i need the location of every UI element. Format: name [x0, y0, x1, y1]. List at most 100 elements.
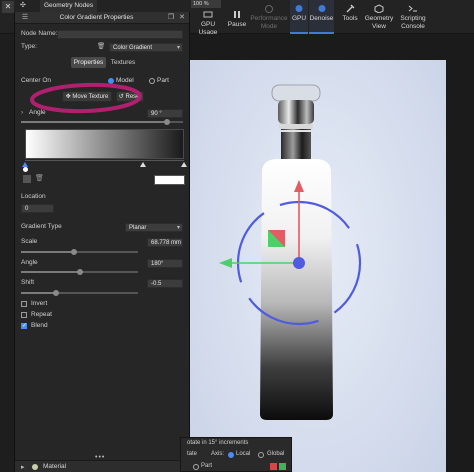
type-dropdown[interactable]: Color Gradient: [109, 43, 183, 52]
rotate-increment-label: otate in 15° increments: [187, 440, 249, 446]
gradient-type-label: Gradient Type: [21, 223, 62, 230]
material-footer: ••• ▸ Material: [15, 454, 189, 472]
axis-global-radio[interactable]: [258, 452, 264, 458]
gradient-type-row: Gradient Type Planar: [21, 222, 183, 232]
geometry-view-button[interactable]: Geometry View: [362, 0, 396, 34]
rotate-options-bar: otate in 15° increments tate Axis: Local…: [180, 437, 292, 472]
shift-row: Shift -0.5: [21, 278, 183, 288]
gpu-toggle[interactable]: GPU: [290, 0, 308, 34]
material-label: Material: [43, 463, 67, 470]
scripting-console-label: Scripting Console: [400, 15, 426, 30]
pin-icon[interactable]: ✣: [20, 1, 26, 9]
shift-slider-knob[interactable]: [53, 290, 60, 296]
blend-row: Blend: [21, 321, 183, 331]
collapse-chevron-icon[interactable]: ▸: [21, 463, 25, 471]
axis-local-radio[interactable]: [228, 452, 234, 458]
angle-top-slider-knob[interactable]: [163, 119, 170, 125]
scale-slider-knob[interactable]: [70, 249, 77, 255]
bottle-stopper: [271, 84, 321, 159]
center-model-radio[interactable]: [108, 78, 114, 84]
angle-slider[interactable]: [21, 269, 138, 275]
scale-slider[interactable]: [21, 249, 138, 255]
reset-button[interactable]: ↺ Reset: [116, 91, 144, 102]
close-icon[interactable]: ✕: [2, 1, 14, 13]
gradient-type-value: Planar: [129, 225, 147, 231]
tools-icon: [346, 4, 355, 13]
angle-input[interactable]: 180°: [147, 259, 183, 268]
type-row: Type: 🗑 Color Gradient: [21, 42, 183, 52]
denoise-toggle[interactable]: Denoise: [309, 0, 334, 34]
center-model-label: Model: [116, 77, 134, 84]
gradient-preview[interactable]: [25, 129, 184, 159]
stop-color-picker[interactable]: [154, 175, 185, 185]
gpu-usage-icon: [203, 11, 213, 18]
center-on-row: Center On Model Part: [21, 76, 183, 86]
denoise-label: Denoise: [309, 15, 334, 22]
menu-icon[interactable]: ☰: [21, 14, 29, 22]
expand-chevron-icon[interactable]: ›: [21, 108, 23, 118]
node-name-label: Node Name:: [21, 30, 58, 37]
restore-icon[interactable]: ❐: [167, 14, 175, 22]
pause-label: Pause: [227, 21, 247, 28]
gradient-stop-marker[interactable]: [181, 162, 187, 167]
repeat-checkbox[interactable]: [21, 312, 27, 318]
pause-button[interactable]: Pause: [226, 0, 248, 34]
tab-textures[interactable]: Textures: [107, 57, 139, 68]
red-axis-swatch[interactable]: [270, 463, 277, 470]
shift-input[interactable]: -0.5: [147, 279, 183, 288]
scale-slider-fill: [21, 251, 74, 253]
color-gradient-properties-panel: ☰ Color Gradient Properties ❐ ✕ Node Nam…: [14, 12, 190, 472]
blend-checkbox[interactable]: [21, 321, 27, 331]
angle-top-slider[interactable]: [21, 119, 183, 125]
green-axis-swatch[interactable]: [279, 463, 286, 470]
part-radio[interactable]: [193, 464, 199, 470]
shift-slider-fill: [21, 292, 57, 294]
scale-label: Scale: [21, 238, 38, 245]
tools-label: Tools: [342, 15, 358, 22]
shift-slider[interactable]: [21, 290, 138, 296]
angle-top-slider-fill: [21, 121, 167, 123]
gradient-stop-color-swatch[interactable]: [23, 175, 31, 183]
gizmo-center[interactable]: [293, 257, 305, 269]
move-texture-button[interactable]: ✥ Move Texture: [62, 91, 112, 102]
angle-top-label: Angle: [29, 109, 46, 116]
delete-stop-icon[interactable]: 🗑: [35, 174, 44, 182]
location-input[interactable]: 0: [21, 204, 54, 213]
axis-label: Axis:: [211, 451, 225, 457]
panel-tabstrip: ✣ Geometry Nodes: [16, 0, 186, 12]
close-panel-icon[interactable]: ✕: [178, 14, 186, 22]
more-dots-icon[interactable]: •••: [95, 454, 105, 461]
invert-checkbox[interactable]: [21, 301, 27, 307]
angle-slider-fill: [21, 271, 80, 273]
gradient-type-dropdown[interactable]: Planar: [125, 223, 183, 232]
scripting-console-icon: [408, 5, 417, 12]
gradient-stop-marker[interactable]: [139, 162, 146, 167]
move-texture-label: Move Texture: [72, 94, 109, 100]
scripting-console-button[interactable]: Scripting Console: [396, 0, 430, 34]
axis-global-label: Global: [267, 451, 285, 457]
tab-geometry-nodes[interactable]: Geometry Nodes: [40, 0, 98, 12]
performance-mode-button[interactable]: Performance Mode: [250, 0, 288, 34]
angle-slider-knob[interactable]: [76, 269, 83, 275]
tab-properties[interactable]: Properties: [71, 57, 106, 68]
reset-icon: ↺: [118, 94, 124, 100]
angle-row: Angle 180°: [21, 258, 183, 268]
angle-top-input[interactable]: 90 °: [147, 109, 183, 118]
scale-input[interactable]: 68.778 mm: [147, 238, 183, 247]
trash-icon[interactable]: 🗑: [97, 42, 105, 52]
location-label: Location: [21, 193, 46, 200]
gpu-icon: [295, 5, 303, 12]
geometry-view-icon: [374, 4, 384, 13]
tools-button[interactable]: Tools: [340, 0, 360, 34]
part-label: Part: [201, 463, 213, 469]
shift-label: Shift: [21, 279, 35, 286]
center-part-radio[interactable]: [149, 78, 155, 84]
performance-mode-label: Performance Mode: [250, 15, 288, 30]
gpu-usage-button[interactable]: GPU Usage: [191, 0, 225, 36]
material-color-icon: [32, 464, 38, 470]
gradient-stops-track[interactable]: [22, 160, 187, 172]
selected-stop-dot[interactable]: [22, 167, 28, 172]
render-viewport[interactable]: [190, 34, 474, 472]
node-name-input[interactable]: [57, 30, 183, 39]
panel-title: Color Gradient Properties: [59, 14, 134, 21]
